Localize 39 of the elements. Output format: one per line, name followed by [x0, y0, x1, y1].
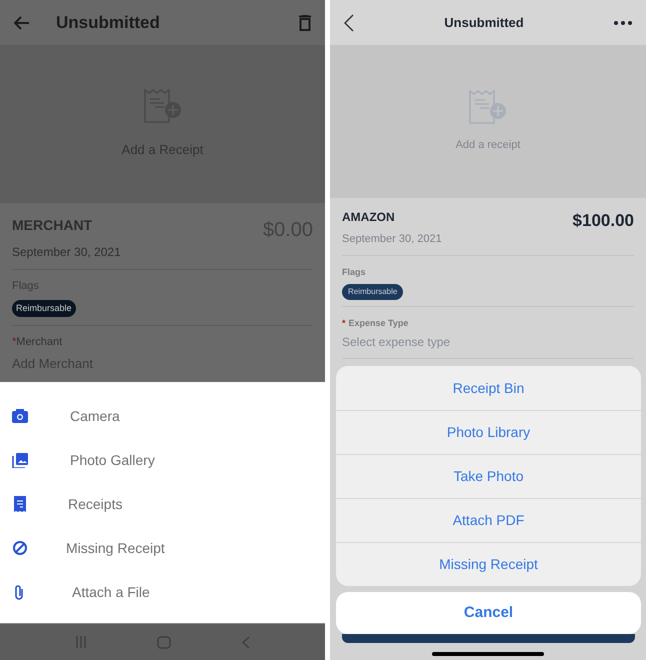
- required-mark: *: [12, 335, 16, 350]
- merchant-name: MERCHANT: [12, 216, 92, 235]
- receipt-icon: [12, 496, 28, 512]
- sheet-option[interactable]: Missing Receipt: [0, 526, 325, 570]
- action-option[interactable]: Photo Library: [336, 410, 641, 454]
- screen-title: Unsubmitted: [443, 14, 525, 32]
- flag-chip: Reimbursable: [342, 284, 404, 300]
- back-arrow-icon[interactable]: [14, 16, 30, 30]
- sheet-option[interactable]: Attach a File: [0, 570, 325, 614]
- cancel-button[interactable]: Cancel: [336, 592, 641, 634]
- required-mark: *: [342, 316, 346, 330]
- more-icon[interactable]: [614, 20, 632, 24]
- field-label: Merchant: [16, 335, 62, 350]
- action-option[interactable]: Take Photo: [336, 454, 641, 498]
- action-option[interactable]: Missing Receipt: [336, 542, 641, 586]
- expense-date: September 30, 2021: [342, 232, 443, 246]
- back-chevron-icon[interactable]: [344, 14, 354, 32]
- screen-title: Unsubmitted: [56, 12, 161, 34]
- receipt-area[interactable]: Add a receipt: [330, 45, 646, 198]
- action-option[interactable]: Attach PDF: [336, 498, 641, 542]
- back-icon[interactable]: [242, 636, 250, 648]
- recent-apps-icon[interactable]: [75, 636, 88, 648]
- flags-label: Flags: [342, 266, 367, 279]
- camera-icon: [12, 408, 28, 424]
- expense-date: September 30, 2021: [12, 244, 122, 261]
- expense-type-field[interactable]: Select expense type: [342, 333, 634, 351]
- trash-icon[interactable]: [299, 14, 311, 30]
- sheet-option[interactable]: Photo Gallery: [0, 438, 325, 482]
- home-icon[interactable]: [157, 636, 172, 648]
- prohibited-icon: [12, 540, 28, 556]
- add-receipt-label: Add a receipt: [456, 138, 520, 154]
- merchant-name: AMAZON: [342, 209, 395, 226]
- sheet-option[interactable]: Camera: [0, 394, 325, 438]
- field-label: Expense Type: [348, 316, 408, 330]
- amount: $100.00: [572, 210, 634, 232]
- action-option[interactable]: Receipt Bin: [336, 366, 641, 410]
- photos-icon: [12, 452, 28, 468]
- sheet-option[interactable]: Receipts: [0, 482, 325, 526]
- flag-chip: Reimbursable: [12, 300, 76, 317]
